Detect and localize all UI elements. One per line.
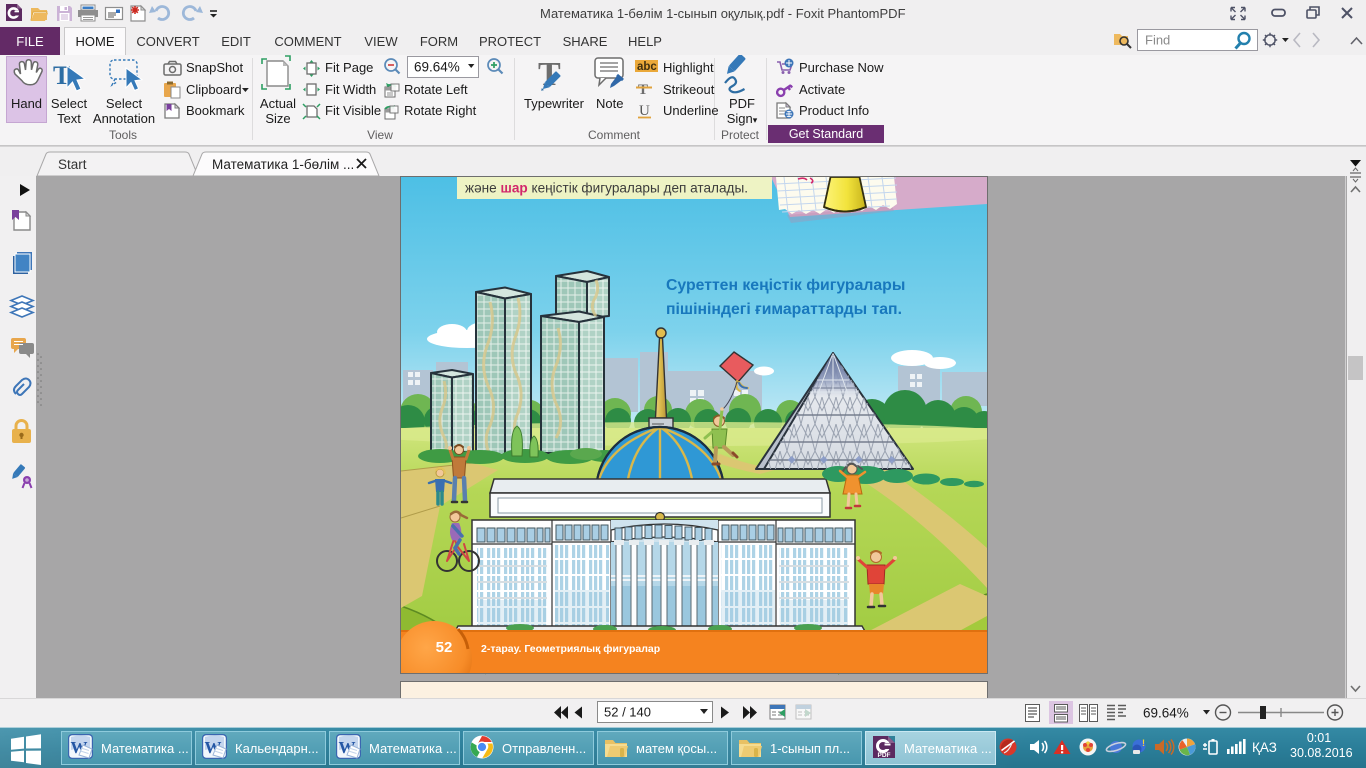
svg-text:PDF: PDF	[878, 752, 891, 759]
svg-text:Суреттен кеңістік фигуралары: Суреттен кеңістік фигуралары	[666, 277, 905, 294]
svg-text:Математика 1-бөлім ...: Математика 1-бөлім ...	[212, 157, 354, 172]
svg-text:69.64%: 69.64%	[414, 60, 460, 75]
svg-text:2-тарау. Геометриялық фигурала: 2-тарау. Геометриялық фигуралар	[481, 643, 660, 655]
svg-text:пішініндегі ғимараттарды тап.: пішініндегі ғимараттарды тап.	[666, 301, 902, 318]
svg-text:және шар кеңістік фигуралары д: және шар кеңістік фигуралары деп аталады…	[465, 181, 748, 196]
svg-text:T: T	[638, 82, 648, 98]
svg-text:!: !	[1142, 738, 1145, 748]
svg-text:Start: Start	[58, 157, 87, 172]
svg-text:52: 52	[436, 639, 453, 656]
svg-text:69.64%: 69.64%	[1143, 706, 1189, 721]
svg-text:Find: Find	[1145, 33, 1170, 48]
svg-text:52 / 140: 52 / 140	[604, 705, 651, 720]
svg-text:abc: abc	[637, 61, 657, 73]
